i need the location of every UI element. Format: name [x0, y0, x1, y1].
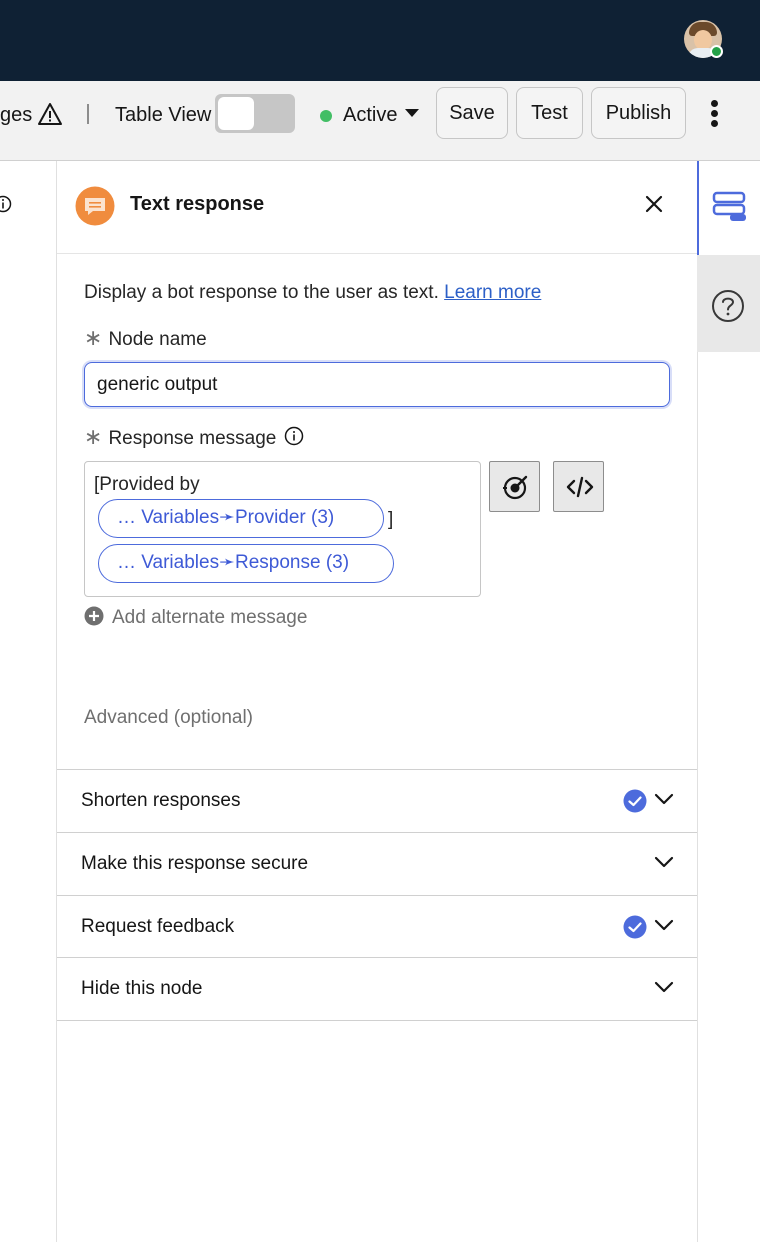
status-label[interactable]: Active: [343, 103, 397, 127]
toolbar-divider: [87, 104, 89, 124]
add-icon: [84, 606, 104, 626]
table-view-toggle[interactable]: [215, 94, 295, 133]
advanced-section-label: Advanced (optional): [84, 707, 253, 728]
status-dropdown-caret-icon[interactable]: [405, 109, 419, 117]
chevron-down-icon[interactable]: [654, 855, 674, 869]
panel-header: Text response: [57, 161, 697, 254]
info-icon[interactable]: [0, 195, 12, 213]
checkmark-filled-icon: [623, 915, 647, 939]
online-status-badge: [710, 45, 723, 58]
panel-title: Text response: [130, 193, 265, 215]
insert-variable-button[interactable]: [489, 461, 540, 512]
variable-chip-response[interactable]: … Variables➛Response (3): [98, 544, 394, 583]
message-bracket-text: ]: [388, 509, 394, 530]
message-prefix-text: [Provided by: [94, 474, 200, 495]
status-dot: [320, 110, 332, 122]
accordion-hide-this-node[interactable]: Hide this node: [57, 957, 697, 1020]
code-editor-button[interactable]: [553, 461, 604, 512]
description-text: Display a bot response to the user as te…: [84, 282, 439, 303]
panel-description: Display a bot response to the user as te…: [84, 281, 541, 305]
response-message-editor[interactable]: [Provided by … Variables➛Provider (3) ] …: [84, 461, 481, 597]
warning-icon[interactable]: [37, 102, 63, 126]
node-name-input[interactable]: [84, 362, 670, 407]
checkmark-filled-icon: [623, 789, 647, 813]
text-response-panel: Text response Display a bot response to …: [57, 161, 697, 1242]
accordion-bottom-divider: [57, 1020, 697, 1021]
info-icon[interactable]: [284, 426, 304, 446]
accordion-shorten-responses[interactable]: Shorten responses: [57, 769, 697, 832]
top-header: [0, 0, 760, 81]
canvas-edge: [0, 161, 57, 1242]
table-view-label: Table View: [115, 104, 212, 126]
node-list-icon: [712, 191, 746, 221]
chevron-down-icon[interactable]: [654, 792, 674, 806]
variable-chip-provider[interactable]: … Variables➛Provider (3): [98, 499, 384, 538]
required-asterisk-icon: ∗: [84, 325, 103, 350]
rail-item-help[interactable]: [697, 255, 760, 352]
close-icon[interactable]: [643, 193, 665, 215]
save-button[interactable]: Save: [436, 87, 508, 139]
publish-button[interactable]: Publish: [591, 87, 686, 139]
rail-item-node-list[interactable]: [697, 161, 760, 255]
overflow-menu-vertical-icon[interactable]: [711, 100, 719, 127]
add-alternate-message-button[interactable]: Add alternate message: [84, 606, 307, 630]
response-message-label: ∗ Response message: [84, 424, 277, 450]
help-icon: [712, 290, 744, 322]
variable-icon: [503, 475, 528, 500]
chevron-down-icon[interactable]: [654, 918, 674, 932]
accordion-make-response-secure[interactable]: Make this response secure: [57, 832, 697, 895]
test-button[interactable]: Test: [516, 87, 583, 139]
chevron-down-icon[interactable]: [654, 980, 674, 994]
accordion-request-feedback[interactable]: Request feedback: [57, 895, 697, 958]
node-name-label: ∗ Node name: [84, 325, 207, 351]
chat-bubble-icon: [75, 186, 115, 226]
learn-more-link[interactable]: Learn more: [444, 282, 541, 303]
warnings-label[interactable]: ges: [0, 103, 32, 127]
code-icon: [566, 476, 594, 498]
required-asterisk-icon: ∗: [84, 424, 103, 449]
